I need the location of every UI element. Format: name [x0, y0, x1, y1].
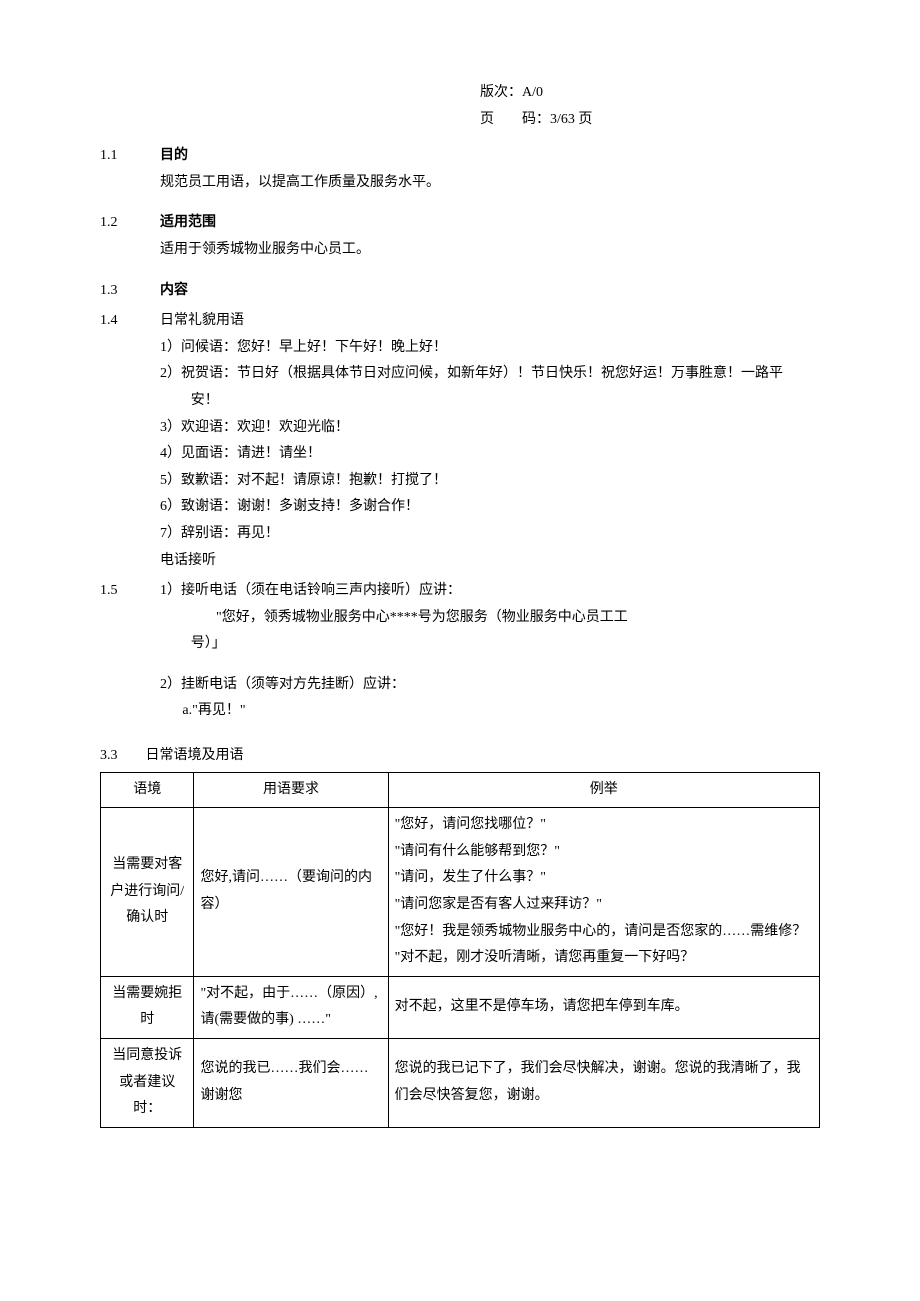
list-item: 6）致谢语：谢谢！多谢支持！多谢合作！: [160, 494, 820, 521]
header-meta: 版次：A/0 页 码：3/63 页: [480, 80, 820, 133]
section-number: 1.4: [100, 308, 160, 335]
list-subitem: a."再见！": [160, 698, 820, 725]
list-item: 2）挂断电话（须等对方先挂断）应讲：: [160, 672, 820, 699]
cell-requirement: "对不起，由于……（原因）,请(需要做的事) ……": [194, 976, 388, 1038]
list-item: 1）问候语：您好！早上好！下午好！晚上好！: [160, 335, 820, 362]
context-phrase-table: 语境 用语要求 例举 当需要对客户进行询问/确认时 您好,请问……（要询问的内容…: [100, 772, 820, 1128]
section-number: 1.3: [100, 278, 160, 305]
section-title: 日常语境及用语: [146, 748, 244, 763]
section-3-3: 3.3 日常语境及用语 语境 用语要求 例举 当需要对客户进行询问/确认时 您好…: [100, 743, 820, 1128]
section-title: 目的: [160, 143, 820, 170]
cell-context: 当同意投诉或者建议时：: [101, 1039, 194, 1128]
list-item-continuation: 安！: [160, 388, 820, 415]
list-item: 3）欢迎语：欢迎！欢迎光临！: [160, 415, 820, 442]
section-number: 1.2: [100, 210, 160, 237]
cell-requirement: 您说的我已……我们会……谢谢您: [194, 1039, 388, 1128]
cell-example: "您好，请问您找哪位？" "请问有什么能够帮到您？" "请问，发生了什么事？" …: [388, 808, 819, 977]
cell-example: 您说的我已记下了，我们会尽快解决，谢谢。您说的我清晰了，我们会尽快答复您，谢谢。: [388, 1039, 819, 1128]
table-row: 当同意投诉或者建议时： 您说的我已……我们会……谢谢您 您说的我已记下了，我们会…: [101, 1039, 820, 1128]
version-label: 版次：: [480, 85, 522, 100]
section-title: 日常礼貌用语: [160, 308, 820, 335]
page-label: 页 码：: [480, 112, 550, 127]
example-line: "您好！我是领秀城物业服务中心的，请问是否您家的……需维修？: [395, 919, 813, 946]
section-1-5: 1.5 1）接听电话（须在电话铃响三声内接听）应讲： "您好，领秀城物业服务中心…: [100, 578, 820, 725]
list-item: 7）辞别语：再见！: [160, 521, 820, 548]
section-number: 3.3: [100, 743, 142, 770]
list-item: 2）祝贺语：节日好（根据具体节日对应问候，如新年好）！节日快乐！祝您好运！万事胜…: [160, 361, 820, 388]
example-line: "请问有什么能够帮到您？": [395, 839, 813, 866]
example-line: "请问您家是否有客人过来拜访？": [395, 892, 813, 919]
list-item: 1）接听电话（须在电话铃响三声内接听）应讲：: [160, 578, 820, 605]
quote-line: "您好，领秀城物业服务中心****号为您服务（物业服务中心员工工: [160, 605, 820, 632]
col-example: 例举: [388, 772, 819, 808]
cell-example: 对不起，这里不是停车场，请您把车停到车库。: [388, 976, 819, 1038]
section-1-2: 1.2 适用范围 适用于领秀城物业服务中心员工。: [100, 210, 820, 263]
table-header-row: 语境 用语要求 例举: [101, 772, 820, 808]
section-1-1: 1.1 目的 规范员工用语，以提高工作质量及服务水平。: [100, 143, 820, 196]
section-body: 规范员工用语，以提高工作质量及服务水平。: [160, 170, 820, 197]
cell-context: 当需要婉拒时: [101, 976, 194, 1038]
section-body: 适用于领秀城物业服务中心员工。: [160, 237, 820, 264]
cell-requirement: 您好,请问……（要询问的内容）: [194, 808, 388, 977]
page-value: 3/63 页: [550, 112, 592, 127]
example-line: "请问，发生了什么事？": [395, 865, 813, 892]
list-item: 5）致歉语：对不起！请原谅！抱歉！打搅了！: [160, 468, 820, 495]
list-item: 4）见面语：请进！请坐！: [160, 441, 820, 468]
version-value: A/0: [522, 85, 543, 100]
example-line: "对不起，刚才没听清晰，请您再重复一下好吗？: [395, 945, 813, 972]
cell-context: 当需要对客户进行询问/确认时: [101, 808, 194, 977]
table-row: 当需要对客户进行询问/确认时 您好,请问……（要询问的内容） "您好，请问您找哪…: [101, 808, 820, 977]
section-number: 1.5: [100, 578, 160, 605]
section-1-3: 1.3 内容: [100, 278, 820, 305]
section-number: 1.1: [100, 143, 160, 170]
quote-line-continuation: 号）」: [160, 631, 820, 658]
section-title: 内容: [160, 278, 820, 305]
table-row: 当需要婉拒时 "对不起，由于……（原因）,请(需要做的事) ……" 对不起，这里…: [101, 976, 820, 1038]
section-1-4: 1.4 日常礼貌用语 1）问候语：您好！早上好！下午好！晚上好！ 2）祝贺语：节…: [100, 308, 820, 574]
col-requirement: 用语要求: [194, 772, 388, 808]
section-title: 适用范围: [160, 210, 820, 237]
example-line: "您好，请问您找哪位？": [395, 812, 813, 839]
subheading-telephone: 电话接听: [160, 548, 820, 575]
col-context: 语境: [101, 772, 194, 808]
